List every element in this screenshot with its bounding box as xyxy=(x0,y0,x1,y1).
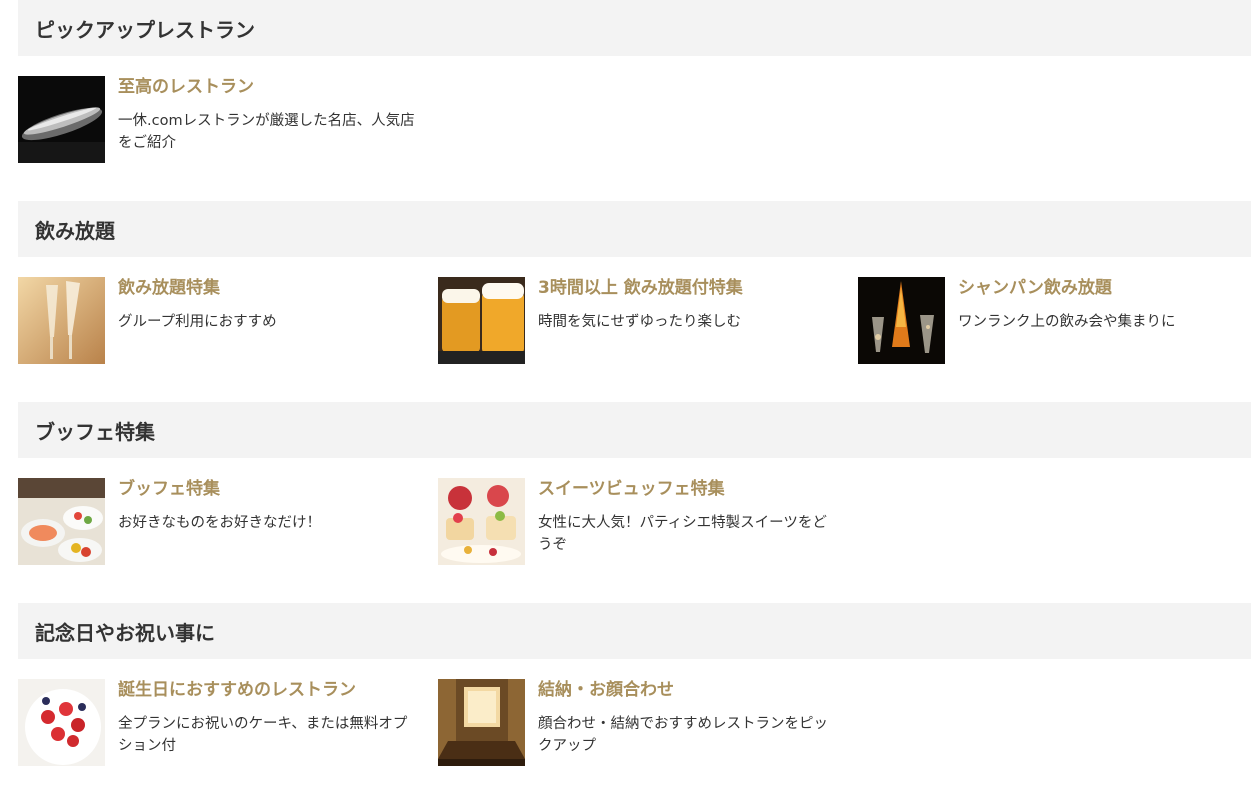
pickup-item-supreme[interactable]: 至高のレストラン 一休.comレストランが厳選した名店、人気店をご紹介 xyxy=(18,76,418,166)
buffet-item-special[interactable]: ブッフェ特集 お好きなものをお好きなだけ！ xyxy=(18,478,418,568)
buffet-item-sweets[interactable]: スイーツビュッフェ特集 女性に大人気！パティシエ特製スイーツをどうぞ xyxy=(438,478,838,568)
item-description: 時間を気にせずゆったり楽しむ xyxy=(538,314,741,330)
item-title[interactable]: 至高のレストラン xyxy=(118,76,254,98)
item-title[interactable]: スイーツビュッフェ特集 xyxy=(538,478,725,500)
section-pickup: ピックアップレストラン 至高のレストラン 一休.comレストランが厳選した名店、… xyxy=(18,0,1251,176)
section-buffet: ブッフェ特集 ブッフェ特集 お好きなものをお好きなだけ！ スイーツビュッフェ特集… xyxy=(18,402,1251,578)
section-header: 記念日やお祝い事に xyxy=(18,603,1251,659)
item-description: グループ利用におすすめ xyxy=(118,314,277,330)
item-title[interactable]: 飲み放題特集 xyxy=(118,277,220,299)
item-title[interactable]: 誕生日におすすめのレストラン xyxy=(118,679,356,701)
fish-dish-photo[interactable] xyxy=(18,76,105,163)
item-description: 顔合わせ・結納でおすすめレストランをピックアップ xyxy=(538,716,828,754)
section-header: ピックアップレストラン xyxy=(18,0,1251,56)
drink-item-3hours[interactable]: 3時間以上 飲み放題付特集 時間を気にせずゆったり楽しむ xyxy=(438,277,838,367)
item-title[interactable]: 3時間以上 飲み放題付特集 xyxy=(538,277,743,299)
item-description: お好きなものをお好きなだけ！ xyxy=(118,515,321,531)
tower-champagne-photo[interactable] xyxy=(858,277,945,364)
item-title[interactable]: シャンパン飲み放題 xyxy=(958,277,1112,299)
celebration-item-engagement[interactable]: 結納・お顔合わせ 顔合わせ・結納でおすすめレストランをピックアップ xyxy=(438,679,838,769)
item-description: 女性に大人気！パティシエ特製スイーツをどうぞ xyxy=(538,515,827,553)
section-header: ブッフェ特集 xyxy=(18,402,1251,458)
item-description: ワンランク上の飲み会や集まりに xyxy=(958,314,1176,330)
buffet-food-photo[interactable] xyxy=(18,478,105,565)
private-room-photo[interactable] xyxy=(438,679,525,766)
item-title[interactable]: 結納・お顔合わせ xyxy=(538,679,674,701)
celebration-item-birthday[interactable]: 誕生日におすすめのレストラン 全プランにお祝いのケーキ、または無料オプション付 xyxy=(18,679,418,769)
drink-item-special[interactable]: 飲み放題特集 グループ利用におすすめ xyxy=(18,277,418,367)
item-description: 一休.comレストランが厳選した名店、人気店をご紹介 xyxy=(118,113,415,151)
champagne-glasses-photo[interactable] xyxy=(18,277,105,364)
section-all-you-can-drink: 飲み放題 飲み放題特集 グループ利用におすすめ 3時間以上 飲み放題付特集 時間… xyxy=(18,201,1251,377)
beer-mugs-photo[interactable] xyxy=(438,277,525,364)
section-header: 飲み放題 xyxy=(18,201,1251,257)
strawberry-cake-photo[interactable] xyxy=(18,679,105,766)
item-description: 全プランにお祝いのケーキ、または無料オプション付 xyxy=(118,716,408,754)
sweets-photo[interactable] xyxy=(438,478,525,565)
section-celebration: 記念日やお祝い事に 誕生日におすすめのレストラン 全プランにお祝いのケーキ、また… xyxy=(18,603,1251,779)
drink-item-champagne[interactable]: シャンパン飲み放題 ワンランク上の飲み会や集まりに xyxy=(858,277,1251,367)
item-title[interactable]: ブッフェ特集 xyxy=(118,478,220,500)
